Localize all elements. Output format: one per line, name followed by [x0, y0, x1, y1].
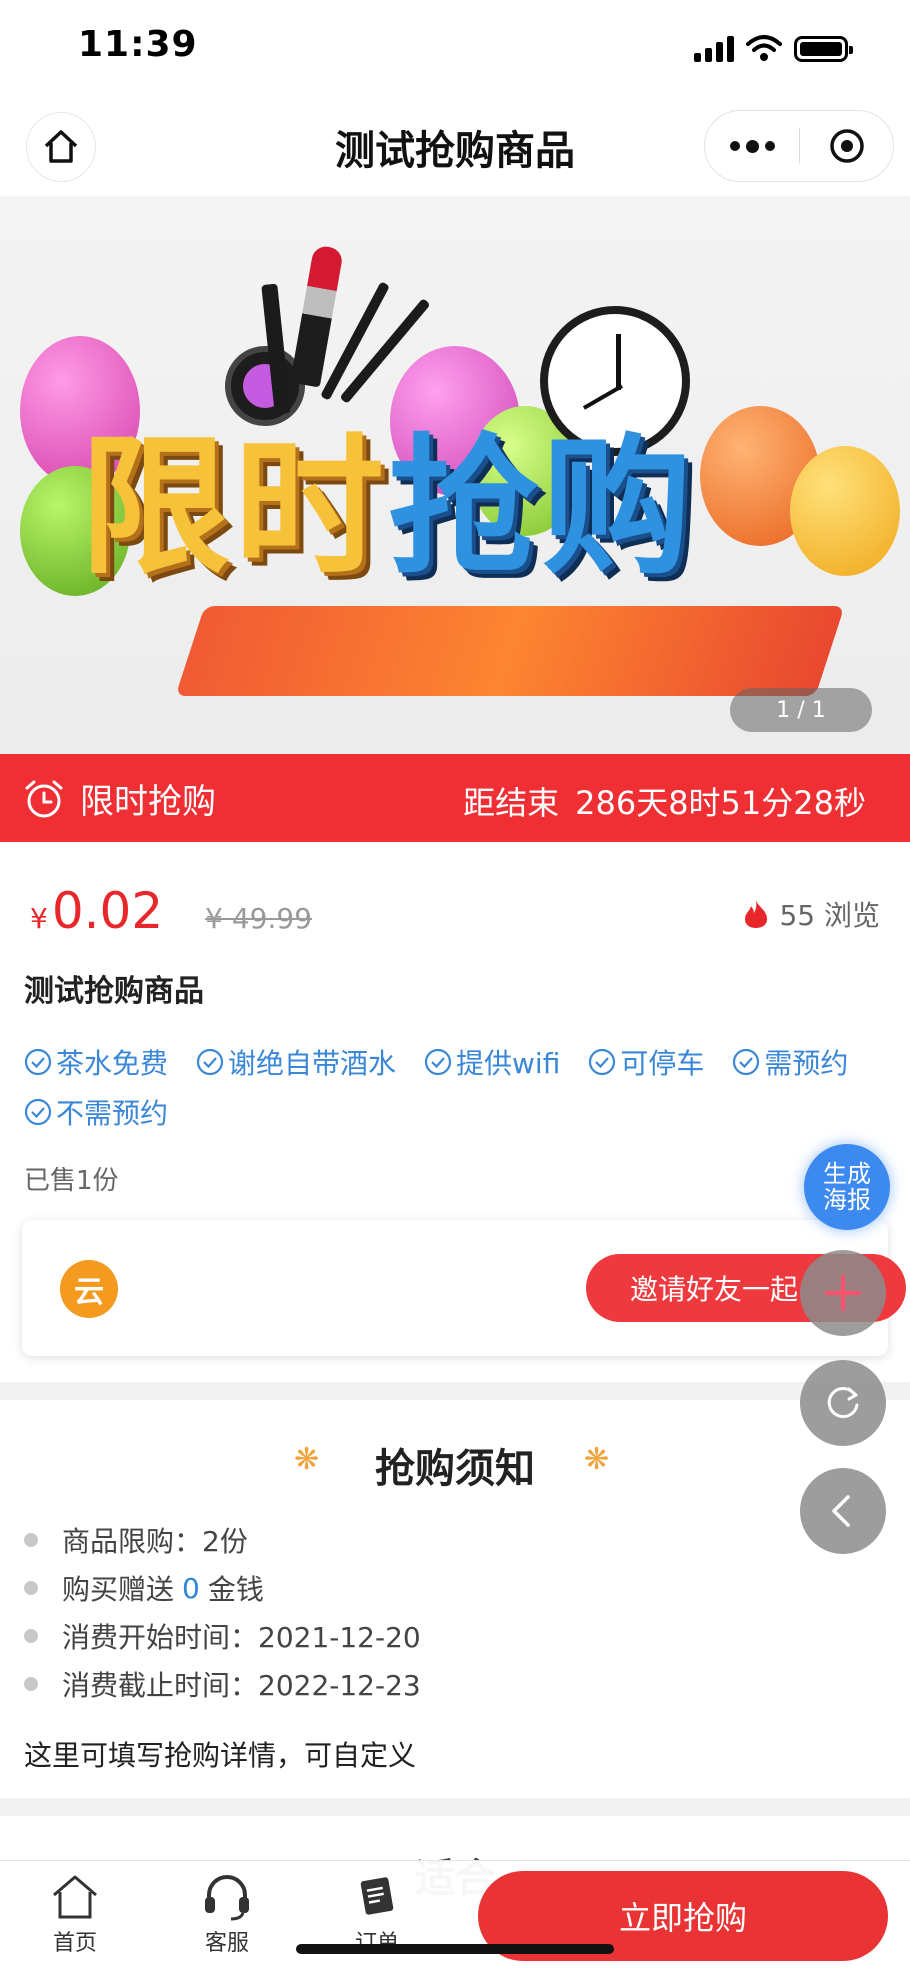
carousel-pager: 1 / 1 — [730, 688, 872, 732]
check-circle-icon — [24, 1098, 52, 1126]
cloud-logo-icon: 云 — [60, 1260, 118, 1318]
back-button[interactable] — [800, 1468, 886, 1554]
mini-program-capsule — [704, 110, 894, 182]
view-count-text: 55 浏览 — [779, 899, 880, 932]
service-tag-label: 茶水免费 — [56, 1047, 169, 1080]
home-indicator — [296, 1944, 614, 1954]
notice-item: 消费截止时间：2022-12-23 — [24, 1660, 421, 1708]
notice-gift-suffix: 金钱 — [207, 1573, 264, 1606]
balloon-decoration — [790, 446, 900, 576]
countdown: 距结束 286天8时51分28秒 — [463, 778, 866, 824]
plus-menu-button[interactable] — [800, 1250, 886, 1336]
tab-service[interactable]: 客服 — [172, 1873, 282, 1957]
service-tag-label: 需预约 — [764, 1047, 849, 1080]
refresh-button[interactable] — [800, 1360, 886, 1446]
sale-price: 0.02 — [51, 882, 164, 940]
service-tag-label: 谢绝自带酒水 — [228, 1047, 397, 1080]
notice-description: 这里可填写抢购详情，可自定义 — [24, 1739, 417, 1772]
chevron-left-icon — [832, 1495, 850, 1527]
check-circle-icon — [24, 1048, 52, 1076]
service-tag-label: 可停车 — [620, 1047, 705, 1080]
home-icon — [53, 1875, 97, 1919]
product-banner-carousel[interactable]: 限时抢购 1 / 1 — [0, 196, 910, 754]
notice-limit: 商品限购：2份 — [62, 1525, 248, 1558]
notice-start-date: 消费开始时间：2021-12-20 — [62, 1621, 421, 1654]
service-tag: 谢绝自带酒水 — [196, 1042, 396, 1082]
flame-icon — [745, 900, 768, 928]
poster-label-line2: 海报 — [823, 1186, 871, 1214]
banner-text-part-2: 抢购 — [388, 419, 697, 595]
check-circle-icon — [196, 1048, 224, 1076]
sold-count: 已售1份 — [24, 1166, 119, 1196]
notice-end-date: 消费截止时间：2022-12-23 — [62, 1669, 421, 1702]
service-tag-label: 提供wifi — [456, 1047, 561, 1080]
currency-symbol: ¥ — [30, 902, 48, 935]
plus-icon — [825, 1275, 861, 1311]
view-count: 55 浏览 — [743, 894, 880, 934]
notice-gift-prefix: 购买赠送 — [62, 1573, 175, 1606]
notice-title: 抢购须知 — [375, 1446, 535, 1492]
notice-item: 购买赠送 0 金钱 — [24, 1564, 421, 1612]
notice-gift-value: 0 — [182, 1571, 200, 1605]
purchase-notice-section: ❋ 抢购须知 ❋ 商品限购：2份 购买赠送 0 金钱 消费开始时间：2021-12-… — [0, 1400, 910, 1798]
tab-service-label: 客服 — [204, 1931, 249, 1956]
alarm-clock-icon — [25, 780, 63, 817]
service-tag: 可停车 — [588, 1042, 704, 1082]
service-tag: 茶水免费 — [24, 1042, 168, 1082]
refresh-icon — [827, 1387, 859, 1419]
status-bar: 11:39 — [0, 0, 910, 100]
tab-home[interactable]: 首页 — [20, 1873, 130, 1957]
cellular-signal-icon — [694, 36, 734, 62]
original-price: ¥ 49.99 — [205, 902, 313, 935]
generate-poster-button[interactable]: 生成 海报 — [804, 1144, 890, 1230]
check-circle-icon — [424, 1048, 452, 1076]
product-name: 测试抢购商品 — [24, 974, 204, 1009]
invite-card: 云 邀请好友一起 — [22, 1220, 906, 1356]
page: 11:39 测试抢购商品 限时抢购 1 / 1 限时抢购 距结束 286天8时5… — [0, 0, 910, 1970]
flash-sale-bar: 限时抢购 距结束 286天8时51分28秒 — [0, 754, 910, 842]
check-circle-icon — [589, 1048, 616, 1076]
notice-list: 商品限购：2份 购买赠送 0 金钱 消费开始时间：2021-12-20 消费截止时间… — [24, 1516, 421, 1708]
price-row: ¥ 0.02 ¥ 49.99 — [30, 882, 312, 940]
status-time: 11:39 — [78, 24, 198, 65]
flash-sale-label-group: 限时抢购 — [22, 774, 216, 823]
target-close-icon — [829, 129, 864, 163]
headset-icon — [205, 1875, 249, 1921]
banner-headline: 限时抢购 — [80, 386, 696, 603]
close-miniapp-button[interactable] — [800, 111, 893, 181]
product-info-section: ¥ 0.02 ¥ 49.99 55 浏览 测试抢购商品 茶水免费 谢绝自带酒水 … — [0, 842, 910, 1382]
countdown-prefix: 距结束 — [463, 784, 560, 822]
service-tag-label: 不需预约 — [56, 1097, 169, 1130]
ribbon-decoration — [175, 606, 845, 696]
more-button[interactable] — [705, 111, 799, 181]
service-tags: 茶水免费 谢绝自带酒水 提供wifi 可停车 需预约 不需预约 — [24, 1042, 884, 1132]
service-tag: 不需预约 — [24, 1092, 168, 1132]
tab-home-label: 首页 — [52, 1931, 97, 1956]
orders-icon — [360, 1877, 394, 1915]
droplet-decoration-icon: ❋ — [584, 1442, 610, 1477]
banner-text-part-1: 限时 — [80, 419, 389, 595]
notice-item: 消费开始时间：2021-12-20 — [24, 1612, 421, 1660]
poster-label-line1: 生成 — [823, 1160, 871, 1188]
status-icons — [694, 34, 853, 62]
service-tag: 提供wifi — [424, 1042, 560, 1082]
nav-bar: 测试抢购商品 — [0, 100, 910, 196]
check-circle-icon — [733, 1048, 760, 1076]
flash-sale-label: 限时抢购 — [80, 782, 216, 822]
service-tag: 需预约 — [732, 1042, 848, 1082]
notice-item: 商品限购：2份 — [24, 1516, 421, 1564]
countdown-value: 286天8时51分28秒 — [575, 784, 866, 822]
wifi-icon — [746, 35, 782, 61]
battery-icon — [794, 36, 853, 62]
